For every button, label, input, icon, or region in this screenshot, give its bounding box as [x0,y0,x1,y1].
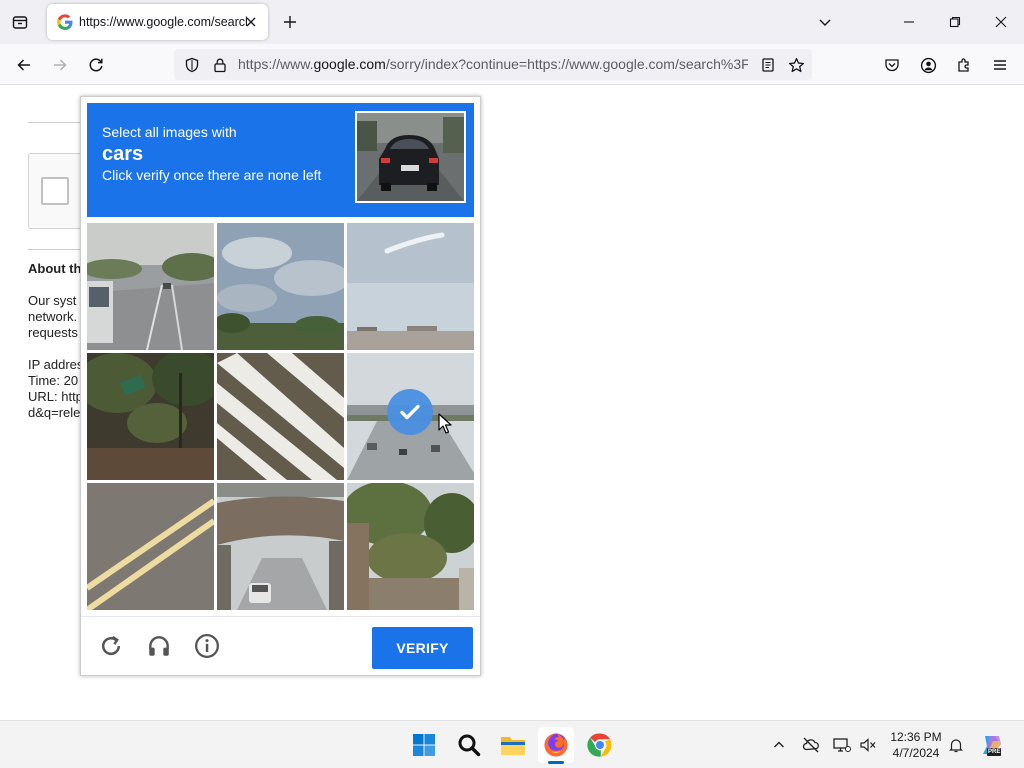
tile-palm-trees[interactable] [347,483,474,610]
page-divider [28,122,88,123]
menu-icon[interactable] [985,50,1015,80]
account-icon[interactable] [913,50,943,80]
forward-icon[interactable] [45,50,75,80]
firefox-view-icon[interactable] [6,8,34,36]
bookmark-star-icon[interactable] [786,55,806,75]
tile-clear-sky[interactable] [347,223,474,350]
clock-time: 12:36 PM [890,730,942,744]
search-icon[interactable] [451,727,487,763]
minimize-icon[interactable] [886,0,932,44]
captcha-footer: VERIFY [81,616,480,675]
pocket-icon[interactable] [877,50,907,80]
page-heading: About th [28,261,82,276]
taskbar: 12:36 PM 4/7/2024 PRE [0,720,1024,768]
page-meta-line: IP addres [28,357,84,372]
close-window-icon[interactable] [978,0,1024,44]
windows-start-icon[interactable] [406,727,442,763]
navigation-toolbar: https://www.google.com/sorry/index?conti… [0,44,1024,85]
preview-badge: PRE [987,748,1002,756]
restore-icon[interactable] [932,0,978,44]
active-app-indicator [548,761,564,764]
clock-date: 4/7/2024 [892,746,940,760]
captcha-instructions: Select all images with cars Click verify… [87,103,474,217]
google-favicon-icon [57,14,73,30]
file-explorer-icon[interactable] [495,727,531,763]
url-prefix: https://www. [238,56,314,72]
tile-bridge-car[interactable] [217,483,344,610]
page-body-line: network. [28,309,78,324]
url-domain: google.com [313,56,386,72]
example-car-image [355,111,466,203]
tile-crosswalk[interactable] [217,353,344,480]
tile-street-sign-trees[interactable] [87,353,214,480]
system-clock[interactable]: 12:36 PM 4/7/2024 [884,729,948,761]
page-meta-line: Time: 20 [28,373,79,388]
reload-icon[interactable] [81,50,111,80]
volume-muted-icon[interactable] [856,733,880,757]
instruction-line: Click verify once there are none left [102,167,322,183]
chevron-down-icon[interactable] [812,9,838,35]
page-body-line: requests [28,325,78,340]
verify-button[interactable]: VERIFY [372,627,473,669]
tab-title: https://www.google.com/search [79,15,247,29]
back-icon[interactable] [9,50,39,80]
close-tab-icon[interactable] [242,13,260,31]
firefox-icon[interactable] [538,727,574,763]
captcha-dialog: Select all images with cars Click verify… [80,96,481,676]
address-bar[interactable]: https://www.google.com/sorry/index?conti… [174,49,812,80]
new-tab-icon[interactable] [277,9,303,35]
recaptcha-widget[interactable] [28,153,88,229]
check-icon [387,389,433,435]
tile-overpass-traffic[interactable] [347,353,474,480]
page-divider [28,249,88,250]
tile-highway-bus[interactable] [87,223,214,350]
browser-tab[interactable]: https://www.google.com/search [47,4,268,40]
tile-cloudy-sky[interactable] [217,223,344,350]
notification-bell-icon[interactable] [944,733,968,757]
tab-bar: https://www.google.com/search [0,0,1024,44]
copilot-preview-icon[interactable]: PRE [978,731,1006,759]
target-object: cars [102,143,144,165]
mouse-cursor-icon [438,413,452,434]
recaptcha-checkbox[interactable] [41,177,69,205]
extensions-icon[interactable] [949,50,979,80]
page-meta-line: d&q=rele [28,405,81,420]
reader-mode-icon[interactable] [758,55,778,75]
chevron-up-icon[interactable] [767,733,791,757]
page-body-line: Our syst [28,293,77,308]
network-icon[interactable] [830,733,854,757]
image-grid [87,223,474,610]
chrome-icon[interactable] [582,727,618,763]
instruction-line: Select all images with [102,124,237,140]
page-meta-line: URL: http [28,389,83,404]
onedrive-off-icon[interactable] [799,733,823,757]
info-icon[interactable] [192,631,222,661]
url-text[interactable]: https://www.google.com/sorry/index?conti… [238,56,748,72]
shield-icon[interactable] [182,55,202,75]
audio-challenge-icon[interactable] [144,631,174,661]
url-path: /sorry/index?continue=https://www.google… [385,56,748,72]
lock-icon[interactable] [210,55,230,75]
tile-road-lines[interactable] [87,483,214,610]
reload-challenge-icon[interactable] [96,631,126,661]
